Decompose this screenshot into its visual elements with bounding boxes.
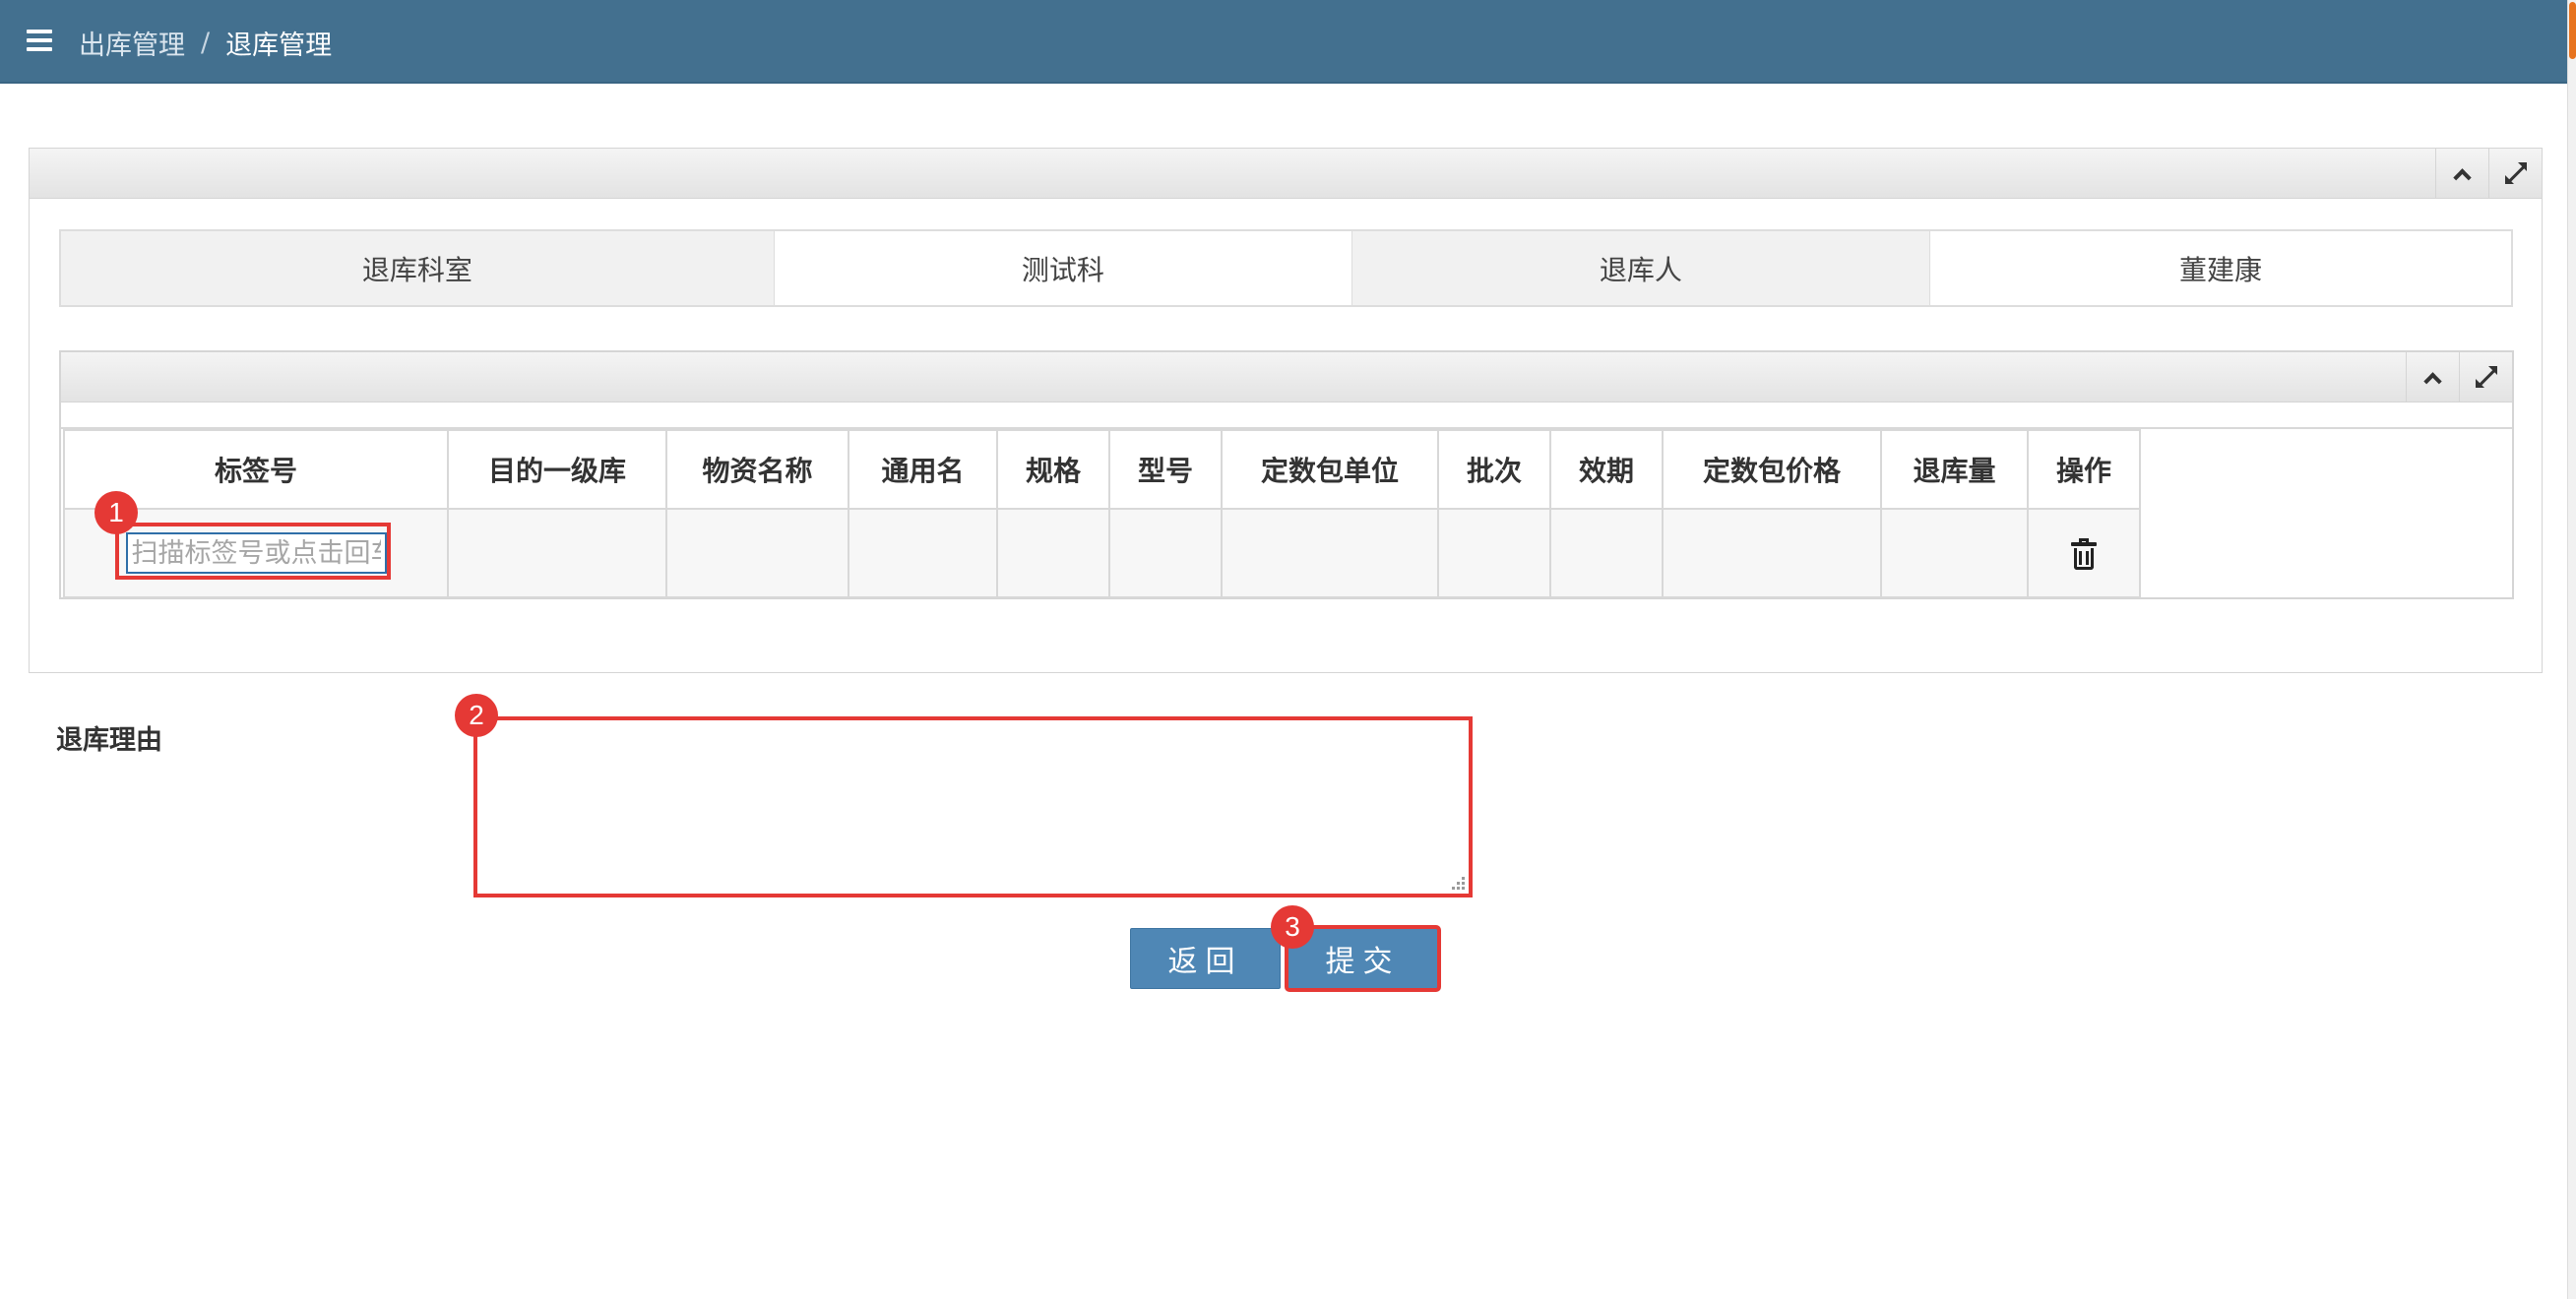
dept-value: 测试科 (774, 231, 1352, 305)
tag-input[interactable] (125, 532, 387, 574)
return-widget: 退库科室 测试科 退库人 董建康 标签号 目的一级库 物资名称 通用名 规格 型… (29, 148, 2543, 673)
expand-icon (2504, 162, 2527, 184)
fullscreen-button[interactable] (2488, 149, 2542, 198)
col-generic-name: 通用名 (848, 429, 998, 510)
table-cell (1880, 508, 2029, 598)
items-collapse-button[interactable] (2406, 352, 2459, 402)
chevron-up-icon (2453, 167, 2472, 187)
reason-textarea[interactable] (477, 720, 1469, 894)
col-package-price: 定数包价格 (1662, 429, 1882, 510)
person-label: 退库人 (1351, 231, 1930, 305)
col-target-warehouse: 目的一级库 (447, 429, 667, 510)
reason-textarea-box (473, 716, 1473, 897)
expand-icon (2475, 366, 2497, 388)
table-cell (1437, 508, 1551, 598)
table-cell (1662, 508, 1882, 598)
step-badge-2: 2 (455, 694, 498, 737)
back-button[interactable]: 返回 (1130, 928, 1281, 989)
step-badge-3: 3 (1271, 905, 1314, 949)
menu-icon[interactable] (27, 30, 52, 51)
return-info-table: 退库科室 测试科 退库人 董建康 (59, 229, 2513, 307)
col-spec: 规格 (996, 429, 1110, 510)
breadcrumb-current: 退库管理 (225, 30, 333, 61)
col-actions: 操作 (2027, 429, 2141, 510)
collapse-button[interactable] (2435, 149, 2488, 198)
table-cell (848, 508, 998, 598)
col-expiry: 效期 (1549, 429, 1664, 510)
items-widget-header (61, 352, 2512, 402)
table-cell (1549, 508, 1664, 598)
table-row (63, 508, 2141, 598)
trash-icon[interactable] (2071, 538, 2097, 570)
breadcrumb-parent[interactable]: 出库管理 (79, 24, 185, 62)
person-value: 董建康 (1929, 231, 2511, 305)
items-fullscreen-button[interactable] (2459, 352, 2512, 402)
action-cell (2027, 508, 2141, 598)
chevron-up-icon (2423, 371, 2442, 391)
resize-grip-icon[interactable] (1449, 874, 1465, 890)
col-batch: 批次 (1437, 429, 1551, 510)
items-widget-toolbar (2406, 352, 2512, 402)
table-header-row: 标签号 目的一级库 物资名称 通用名 规格 型号 定数包单位 批次 效期 定数包… (63, 429, 2141, 510)
page-scrollbar[interactable] (2567, 0, 2576, 1299)
items-table: 标签号 目的一级库 物资名称 通用名 规格 型号 定数包单位 批次 效期 定数包… (63, 429, 2141, 598)
reason-label: 退库理由 (56, 725, 162, 756)
col-return-qty: 退库量 (1880, 429, 2029, 510)
top-bar: 出库管理 / 退库管理 (0, 0, 2567, 84)
table-cell (447, 508, 667, 598)
dept-label: 退库科室 (61, 231, 775, 305)
return-widget-header (30, 149, 2542, 199)
table-cell (1108, 508, 1223, 598)
col-model: 型号 (1108, 429, 1223, 510)
widget-toolbar (2435, 149, 2542, 198)
table-cell (1221, 508, 1439, 598)
col-package-unit: 定数包单位 (1221, 429, 1439, 510)
items-widget: 标签号 目的一级库 物资名称 通用名 规格 型号 定数包单位 批次 效期 定数包… (59, 350, 2514, 599)
col-material-name: 物资名称 (665, 429, 849, 510)
table-cell (665, 508, 849, 598)
breadcrumb-separator: / (201, 27, 211, 58)
scrollbar-thumb[interactable] (2569, 2, 2576, 59)
step-badge-1: 1 (94, 491, 138, 534)
items-table-wrap: 标签号 目的一级库 物资名称 通用名 规格 型号 定数包单位 批次 效期 定数包… (61, 427, 2512, 599)
breadcrumb: 出库管理 / 退库管理 (79, 24, 333, 62)
table-cell (996, 508, 1110, 598)
